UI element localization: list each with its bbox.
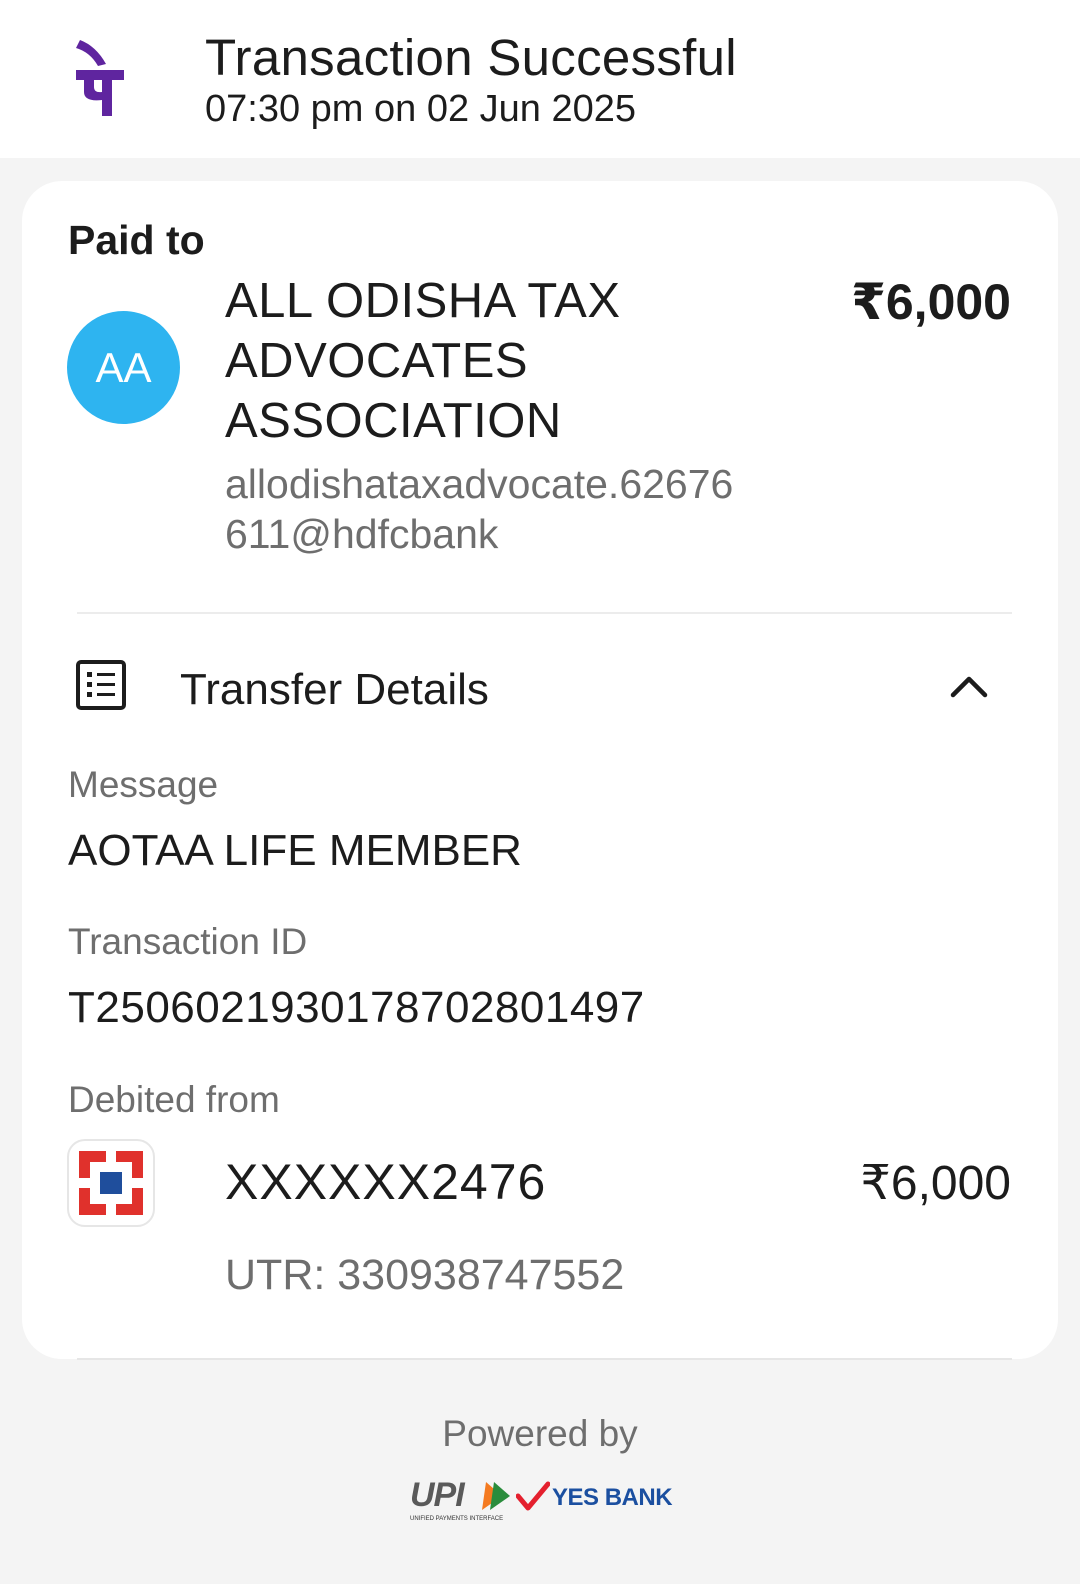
svg-text:UPI: UPI: [410, 1476, 466, 1514]
message-value: AOTAA LIFE MEMBER: [68, 826, 522, 875]
yes-bank-wordmark: YES BANK: [552, 1484, 673, 1511]
hdfc-bank-logo-icon: [67, 1139, 155, 1227]
paid-to-label: Paid to: [68, 217, 205, 263]
header: Transaction Successful 07:30 pm on 02 Ju…: [0, 0, 1080, 158]
transaction-id-label: Transaction ID: [68, 921, 308, 962]
powered-by-label: Powered by: [442, 1413, 638, 1454]
transaction-status-title: Transaction Successful: [205, 29, 737, 86]
divider: [77, 612, 1012, 614]
utr-number[interactable]: UTR: 330938747552: [225, 1251, 624, 1300]
transaction-datetime: 07:30 pm on 02 Jun 2025: [205, 88, 637, 130]
paid-amount: ₹6,000: [851, 274, 1011, 330]
phonepe-logo-icon: [76, 40, 124, 116]
transaction-card: Paid to AA ALL ODISHA TAX ADVOCATES ASSO…: [22, 181, 1058, 1359]
transfer-details-toggle[interactable]: Transfer Details: [180, 665, 489, 715]
chevron-up-icon[interactable]: [947, 665, 991, 709]
debited-from-label: Debited from: [68, 1079, 280, 1120]
debited-account-number: XXXXXX2476: [225, 1154, 547, 1210]
receipt-list-icon: [76, 660, 126, 710]
payee-name: ALL ODISHA TAX ADVOCATES ASSOCIATION: [225, 274, 621, 448]
avatar: AA: [67, 311, 180, 424]
payee-upi-id: allodishataxadvocate.62676611@hdfcbank: [225, 461, 734, 557]
message-label: Message: [68, 764, 219, 805]
debited-amount: ₹6,000: [860, 1157, 1011, 1210]
svg-text:UNIFIED PAYMENTS INTERFACE: UNIFIED PAYMENTS INTERFACE: [410, 1516, 503, 1522]
transaction-id-value[interactable]: T2506021930178702801497: [68, 983, 645, 1033]
avatar-initials: AA: [95, 343, 152, 391]
divider: [77, 1358, 1012, 1360]
upi-logo-icon: UPI UNIFIED PAYMENTS INTERFACE: [410, 1476, 510, 1522]
